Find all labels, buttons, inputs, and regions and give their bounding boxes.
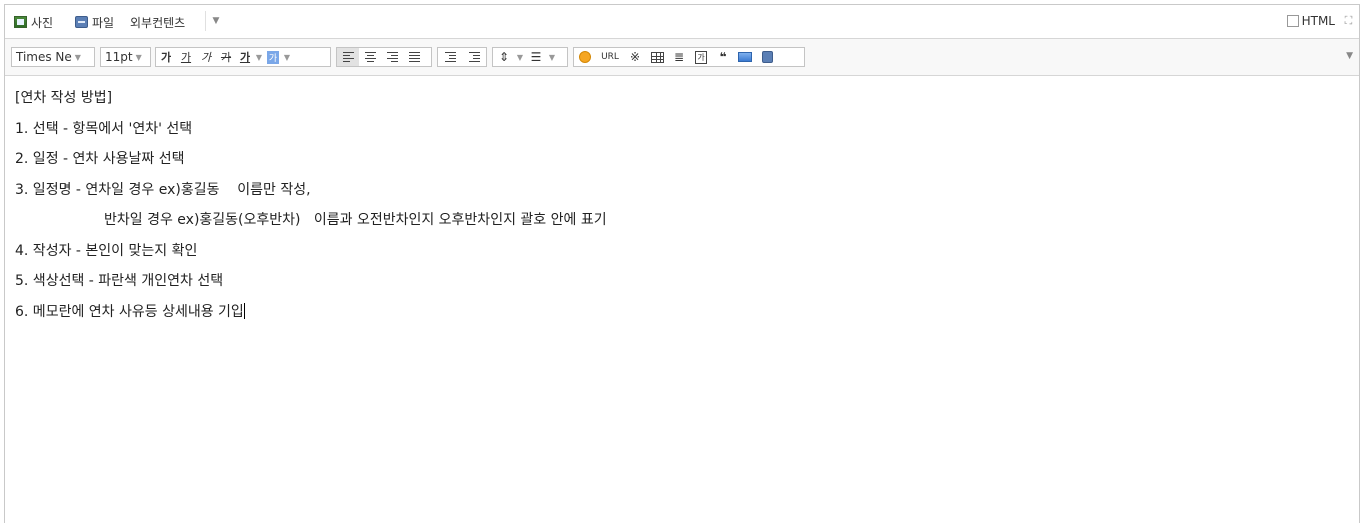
chevron-down-icon: ▼ (135, 52, 142, 62)
align-left-button[interactable] (337, 48, 359, 66)
align-justify-icon (408, 51, 420, 63)
external-content-label: 외부컨텐츠 (130, 15, 186, 30)
chevron-down-icon: ▼ (548, 52, 556, 62)
toolbar-more-dropdown[interactable]: ▼ (1346, 51, 1353, 61)
indent-button[interactable] (438, 48, 462, 66)
spacing-list-group: ⇕ ▼ ☰ ▼ (492, 47, 568, 67)
html-label: HTML (1301, 14, 1335, 28)
format-toolbar: Times Ne ▼ 11pt ▼ 가 가 가 가 가 ▼ 가 ▼ ⇕ ▼ ☰ … (5, 39, 1359, 76)
emoticon-icon (579, 51, 591, 63)
numbered-list-icon: ☰ (530, 50, 542, 64)
table-icon (650, 51, 664, 63)
bold-button[interactable]: 가 (156, 48, 176, 66)
editor-content[interactable]: [연차 작성 방법] 1. 선택 - 항목에서 '연차' 선택 2. 일정 - … (5, 76, 1359, 332)
divider-button[interactable]: ≣ (668, 48, 690, 66)
font-family-select[interactable]: Times Ne ▼ (11, 47, 95, 67)
bg-color-icon: 가 (266, 50, 280, 64)
quote-button[interactable]: ❝ (712, 48, 734, 66)
indent-group (437, 47, 487, 67)
bg-color-button[interactable]: 가 (264, 48, 282, 66)
font-size-select[interactable]: 11pt ▼ (100, 47, 151, 67)
indent-icon (444, 51, 456, 63)
floppy-icon (761, 51, 773, 63)
photo-button[interactable]: 사진 (14, 14, 53, 30)
editor: 사진 파일 외부컨텐츠 ▼ HTML ⛶ Times Ne ▼ 11pt ▼ 가 (4, 4, 1360, 523)
photo-label: 사진 (31, 15, 54, 30)
file-icon (75, 16, 88, 28)
outdent-icon (468, 51, 480, 63)
align-group (336, 47, 432, 67)
font-family-value: Times Ne (16, 50, 72, 64)
align-right-button[interactable] (381, 48, 403, 66)
url-button[interactable]: URL (596, 48, 624, 66)
text-caret (243, 302, 245, 319)
html-checkbox[interactable] (1286, 15, 1299, 27)
html-mode-toggle[interactable]: HTML (1286, 14, 1335, 28)
font-size-value: 11pt (105, 50, 133, 64)
align-left-icon (342, 51, 354, 63)
content-line: 6. 메모란에 연차 사유등 상세내용 기입 (15, 303, 244, 320)
line-height-icon: ⇕ (498, 50, 510, 64)
align-center-icon (364, 51, 376, 63)
table-button[interactable] (646, 48, 668, 66)
font-color-dropdown[interactable]: ▼ (254, 48, 264, 66)
external-content-button[interactable]: 외부컨텐츠 (130, 14, 185, 30)
textbox-button[interactable]: 가 (690, 48, 712, 66)
save-button[interactable] (756, 48, 778, 66)
file-button[interactable]: 파일 (75, 14, 114, 30)
font-color-button[interactable]: 가 (236, 48, 254, 66)
list-button[interactable]: ☰ (525, 48, 547, 66)
chevron-down-icon: ▼ (516, 52, 524, 62)
content-line-last: 6. 메모란에 연차 사유등 상세내용 기입 (15, 302, 1359, 333)
content-line: [연차 작성 방법] (15, 90, 113, 106)
content-line: 4. 작성자 - 본인이 맞는지 확인 (15, 242, 198, 259)
underline-button[interactable]: 가 (176, 48, 196, 66)
special-char-button[interactable]: ※ (624, 48, 646, 66)
chevron-down-icon: ▼ (74, 52, 81, 62)
file-label: 파일 (92, 15, 115, 30)
align-justify-button[interactable] (403, 48, 425, 66)
chevron-down-icon: ▼ (283, 52, 291, 62)
align-right-icon (386, 51, 398, 63)
content-line: 5. 색상선택 - 파란색 개인연차 선택 (15, 273, 224, 289)
align-center-button[interactable] (359, 48, 381, 66)
line-height-button[interactable]: ⇕ (493, 48, 515, 66)
more-dropdown[interactable]: ▼ (205, 11, 226, 31)
strikethrough-button[interactable]: 가 (216, 48, 236, 66)
line-height-dropdown[interactable]: ▼ (515, 48, 525, 66)
bg-color-dropdown[interactable]: ▼ (282, 48, 292, 66)
attachment-bar: 사진 파일 외부컨텐츠 ▼ HTML ⛶ (5, 5, 1359, 39)
background-icon (738, 52, 752, 62)
expand-icon[interactable]: ⛶ (1343, 15, 1354, 26)
chevron-down-icon: ▼ (255, 52, 263, 62)
outdent-button[interactable] (462, 48, 486, 66)
textbox-icon: 가 (695, 50, 707, 64)
chevron-down-icon: ▼ (1346, 51, 1353, 61)
photo-icon (14, 16, 27, 28)
image-box-button[interactable] (734, 48, 756, 66)
text-style-group: 가 가 가 가 가 ▼ 가 ▼ (155, 47, 331, 67)
content-line: 반차일 경우 ex)홍길동(오후반차) 이름과 오전반차인지 오후반차인지 괄호… (104, 212, 607, 228)
chevron-down-icon: ▼ (212, 16, 220, 26)
content-line: 1. 선택 - 항목에서 '연차' 선택 (15, 120, 193, 137)
insert-group: URL ※ ≣ 가 ❝ (573, 47, 805, 67)
content-line: 3. 일정명 - 연차일 경우 ex)홍길동 이름만 작성, (15, 181, 311, 198)
italic-button[interactable]: 가 (196, 48, 216, 66)
list-dropdown[interactable]: ▼ (547, 48, 557, 66)
emoticon-button[interactable] (574, 48, 596, 66)
horizontal-rule-icon: ≣ (673, 50, 685, 64)
content-line: 2. 일정 - 연차 사용날짜 선택 (15, 151, 185, 167)
